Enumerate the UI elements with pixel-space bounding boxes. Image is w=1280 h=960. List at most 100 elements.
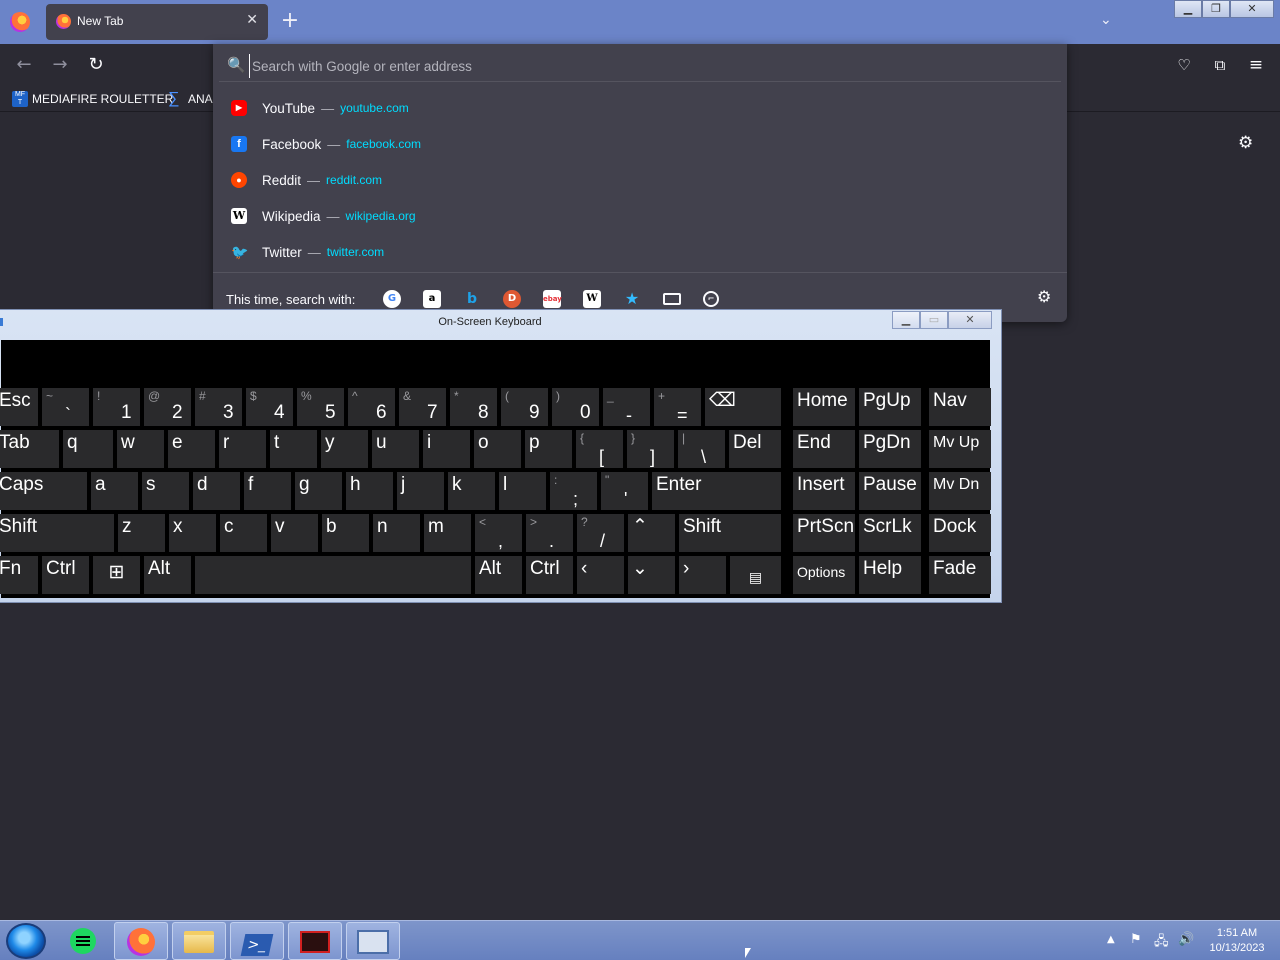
system-clock[interactable]: 1:51 AM 10/13/2023 <box>1200 926 1274 956</box>
wikipedia-search-icon[interactable]: W <box>583 290 601 308</box>
key-backspace[interactable]: ⌫ <box>705 388 781 426</box>
action-center-flag-icon[interactable]: ⚑ <box>1130 932 1142 947</box>
key-right-alt[interactable]: Alt <box>475 556 522 594</box>
suggestion-twitter[interactable]: 🐦 Twitter — twitter.com <box>219 234 1061 270</box>
key-comma[interactable]: <, <box>475 514 522 552</box>
key-pause[interactable]: Pause <box>859 472 921 510</box>
key-windows[interactable]: ⊞ <box>93 556 140 594</box>
key-k[interactable]: k <box>448 472 495 510</box>
key-b[interactable]: b <box>322 514 369 552</box>
taskbar-on-screen-keyboard[interactable] <box>346 922 400 960</box>
key-down-arrow[interactable]: ⌄ <box>628 556 675 594</box>
google-icon[interactable]: G <box>383 290 401 308</box>
key-c[interactable]: c <box>220 514 267 552</box>
key-9[interactable]: (9 <box>501 388 548 426</box>
key-m[interactable]: m <box>424 514 471 552</box>
urlbar-input[interactable] <box>249 54 1029 78</box>
key-2[interactable]: @2 <box>144 388 191 426</box>
bing-icon[interactable]: b <box>463 290 481 308</box>
key-p[interactable]: p <box>525 430 572 468</box>
key-prtscn[interactable]: PrtScn <box>793 514 855 552</box>
key-right-bracket[interactable]: }] <box>627 430 674 468</box>
key-minus[interactable]: _ - <box>603 388 650 426</box>
key-4[interactable]: $4 <box>246 388 293 426</box>
osk-maximize-button[interactable]: ▭ <box>920 311 948 329</box>
key-left-arrow[interactable]: ‹ <box>577 556 624 594</box>
amazon-icon[interactable]: a <box>423 290 441 308</box>
key-tab[interactable]: Tab <box>0 430 59 468</box>
key-u[interactable]: u <box>372 430 419 468</box>
list-all-tabs-icon[interactable]: ⌄ <box>1100 12 1112 28</box>
key-v[interactable]: v <box>271 514 318 552</box>
suggestion-reddit[interactable]: ● Reddit — reddit.com <box>219 162 1061 198</box>
reload-icon[interactable]: ↻ <box>84 53 108 77</box>
key-n[interactable]: n <box>373 514 420 552</box>
extensions-icon[interactable]: ⧉ <box>1208 53 1232 77</box>
key-backslash[interactable]: | \ <box>678 430 725 468</box>
key-l[interactable]: l <box>499 472 546 510</box>
key-o[interactable]: o <box>474 430 521 468</box>
key-a[interactable]: a <box>91 472 138 510</box>
key-pgdn[interactable]: PgDn <box>859 430 921 468</box>
window-close-button[interactable]: ✕ <box>1230 0 1274 18</box>
firefox-logo-icon[interactable] <box>10 12 30 32</box>
hamburger-menu-icon[interactable]: ≡ <box>1244 53 1268 77</box>
key-fade[interactable]: Fade <box>929 556 991 594</box>
key-1[interactable]: ! 1 <box>93 388 140 426</box>
key-r[interactable]: r <box>219 430 266 468</box>
volume-icon[interactable]: 🔊 <box>1178 932 1194 947</box>
key-caps[interactable]: Caps <box>0 472 87 510</box>
key-mv-dn[interactable]: Mv Dn <box>929 472 991 510</box>
key-8[interactable]: * 8 <box>450 388 497 426</box>
taskbar-powershell[interactable]: >_ <box>230 922 284 960</box>
key-space[interactable] <box>195 556 471 594</box>
key-y[interactable]: y <box>321 430 368 468</box>
key-x[interactable]: x <box>169 514 216 552</box>
key-help[interactable]: Help <box>859 556 921 594</box>
window-minimize-button[interactable]: ▁ <box>1174 0 1202 18</box>
key-insert[interactable]: Insert <box>793 472 855 510</box>
key-mv-up[interactable]: Mv Up <box>929 430 991 468</box>
key-q[interactable]: q <box>63 430 113 468</box>
key-5[interactable]: % 5 <box>297 388 344 426</box>
forward-arrow-icon[interactable]: → <box>48 53 72 77</box>
taskbar-file-explorer[interactable] <box>172 922 226 960</box>
new-tab-button[interactable]: + <box>280 8 300 34</box>
key-options[interactable]: Options <box>793 556 855 594</box>
key-d[interactable]: d <box>193 472 240 510</box>
key-right-arrow[interactable]: › <box>679 556 726 594</box>
bookmark-mediafire[interactable]: MF T MEDIAFIRE ROULETTER <box>12 90 173 108</box>
history-clock-icon[interactable]: ⌐ <box>703 291 719 307</box>
key-e[interactable]: e <box>168 430 215 468</box>
ebay-icon[interactable]: ebay <box>543 290 562 308</box>
key-nav[interactable]: Nav <box>929 388 991 426</box>
key-end[interactable]: End <box>793 430 855 468</box>
key-s[interactable]: s <box>142 472 189 510</box>
osk-close-button[interactable]: ✕ <box>948 311 992 329</box>
key-f[interactable]: f <box>244 472 291 510</box>
key-z[interactable]: z <box>118 514 165 552</box>
key-left-ctrl[interactable]: Ctrl <box>42 556 89 594</box>
key-context-menu[interactable]: ▤ <box>730 556 781 594</box>
window-maximize-button[interactable]: ❐ <box>1202 0 1230 18</box>
suggestion-youtube[interactable]: ▶ YouTube — youtube.com <box>219 90 1061 126</box>
bookmark-ana[interactable]: ∑ ANA <box>168 90 213 108</box>
suggestion-wikipedia[interactable]: W Wikipedia — wikipedia.org <box>219 198 1061 234</box>
pocket-icon[interactable]: ♡ <box>1172 53 1196 77</box>
key-up-arrow[interactable]: ⌃ <box>628 514 675 552</box>
key-left-alt[interactable]: Alt <box>144 556 191 594</box>
network-icon[interactable]: 🖧 <box>1154 932 1169 954</box>
key-g[interactable]: g <box>295 472 342 510</box>
key-6[interactable]: ^ 6 <box>348 388 395 426</box>
duckduckgo-icon[interactable]: D <box>503 290 521 308</box>
key-left-bracket[interactable]: {[ <box>576 430 623 468</box>
key-0[interactable]: ) 0 <box>552 388 599 426</box>
key-pgup[interactable]: PgUp <box>859 388 921 426</box>
back-arrow-icon[interactable]: ← <box>12 53 36 77</box>
key-equals[interactable]: + = <box>654 388 701 426</box>
key-j[interactable]: j <box>397 472 444 510</box>
osk-minimize-button[interactable]: ▁ <box>892 311 920 329</box>
start-button[interactable] <box>6 923 46 959</box>
key-3[interactable]: #3 <box>195 388 242 426</box>
key-left-shift[interactable]: Shift <box>0 514 114 552</box>
